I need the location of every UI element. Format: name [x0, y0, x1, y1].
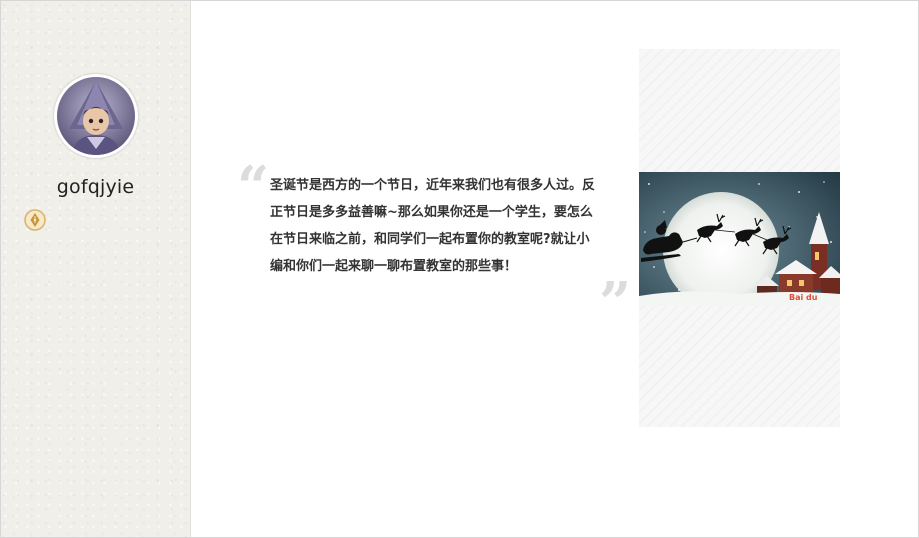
profile-sidebar: gofqjyie — [1, 1, 191, 537]
avatar[interactable] — [54, 74, 138, 158]
image-watermark: Bai du — [789, 293, 818, 302]
avatar-witch-icon — [57, 77, 135, 155]
article-image-panel: Bai du — [639, 49, 840, 427]
pen-nib-badge-icon[interactable] — [24, 209, 46, 231]
christmas-santa-sleigh-moon-image[interactable]: Bai du — [639, 172, 840, 306]
open-quote-icon: “ — [237, 154, 270, 220]
page: gofqjyie “ 圣诞节是西方的一个节日，近年来我们也有很多人过。反正节日是… — [0, 0, 919, 538]
article-intro: 圣诞节是西方的一个节日，近年来我们也有很多人过。反正节日是多多益善嘛~那么如果你… — [270, 178, 596, 274]
username[interactable]: gofqjyie — [1, 176, 190, 198]
close-quote-icon: ” — [599, 270, 632, 336]
